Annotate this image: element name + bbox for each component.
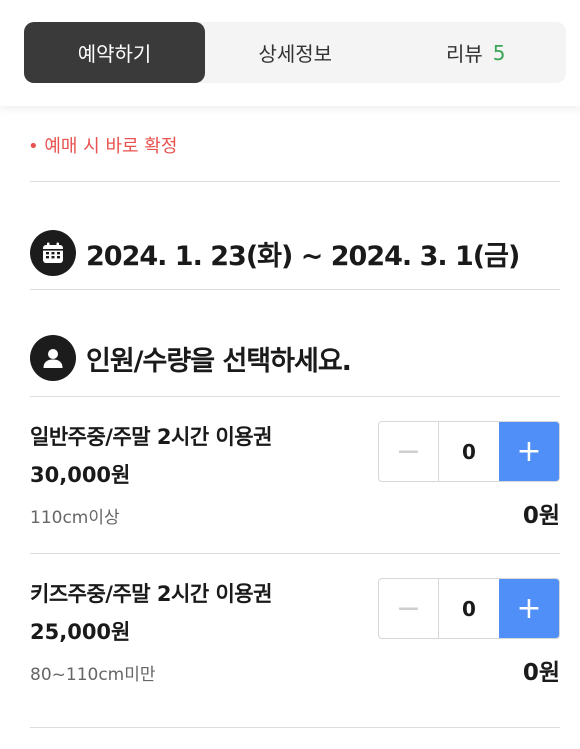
- tab-bar: 예약하기 상세정보 리뷰 5: [24, 22, 566, 83]
- quantity-stepper: − 0 +: [378, 578, 560, 639]
- ticket-height-note: 80~110cm미만: [30, 665, 156, 685]
- ticket-price: 30,000원: [30, 463, 131, 487]
- quantity-stepper: − 0 +: [378, 421, 560, 482]
- divider: [30, 553, 560, 554]
- decrease-button[interactable]: −: [379, 422, 439, 481]
- quantity-value: 0: [462, 439, 476, 464]
- increase-button[interactable]: +: [499, 579, 559, 638]
- divider: [30, 396, 560, 397]
- ticket-total: 0원: [522, 660, 560, 686]
- divider: [30, 181, 560, 182]
- quantity-section-header: 인원/수량을 선택하세요.: [30, 335, 352, 381]
- date-section: 2024. 1. 23(화) ~ 2024. 3. 1(금): [30, 230, 520, 276]
- divider: [30, 727, 560, 728]
- ticket-total: 0원: [522, 503, 560, 529]
- quantity-value: 0: [462, 596, 476, 621]
- ticket-name: 키즈주중/주말 2시간 이용권: [30, 582, 272, 606]
- ticket-price: 25,000원: [30, 620, 131, 644]
- ticket-height-note: 110cm이상: [30, 508, 120, 528]
- ticket-item-kids: 키즈주중/주말 2시간 이용권 25,000원 80~110cm미만 − 0 +…: [30, 578, 560, 688]
- tab-reservation[interactable]: 예약하기: [24, 22, 205, 83]
- tab-reservation-label: 예약하기: [77, 42, 152, 66]
- person-icon: [30, 335, 76, 381]
- tab-details-label: 상세정보: [258, 42, 333, 66]
- increase-button[interactable]: +: [499, 422, 559, 481]
- review-count: 5: [492, 40, 506, 65]
- tab-reviews[interactable]: 리뷰 5: [386, 22, 567, 83]
- quantity-section-title: 인원/수량을 선택하세요.: [86, 345, 352, 377]
- calendar-icon: [30, 230, 76, 276]
- tab-reviews-label: 리뷰: [445, 42, 483, 66]
- tab-bar-container: 예약하기 상세정보 리뷰 5: [0, 0, 580, 106]
- date-range: 2024. 1. 23(화) ~ 2024. 3. 1(금): [86, 240, 520, 272]
- ticket-name: 일반주중/주말 2시간 이용권: [30, 425, 272, 449]
- tab-details[interactable]: 상세정보: [205, 22, 386, 83]
- ticket-item-general: 일반주중/주말 2시간 이용권 30,000원 110cm이상 − 0 + 0원: [30, 421, 560, 531]
- instant-confirm-notice: • 예매 시 바로 확정: [28, 136, 178, 157]
- decrease-button[interactable]: −: [379, 579, 439, 638]
- divider: [30, 289, 560, 290]
